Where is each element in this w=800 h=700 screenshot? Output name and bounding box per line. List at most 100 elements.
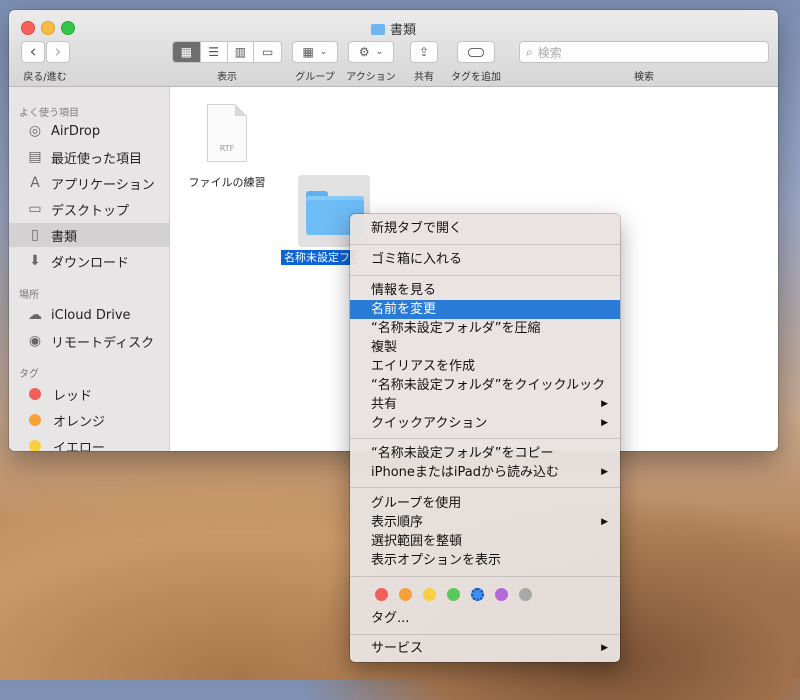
orange-tag-icon [29,414,41,426]
menu-item-open-new-tab[interactable]: 新規タブで開く [350,219,620,238]
sidebar-item-recents[interactable]: ▤ 最近使った項目 [9,145,169,169]
sidebar-item-label: ダウンロード [51,255,130,271]
menu-item-tags[interactable]: タグ... [350,609,620,628]
search-field[interactable]: ⌕ 検索 [519,41,769,63]
sidebar-item-icloud[interactable]: ☁ iCloud Drive [9,303,169,327]
action-label: アクション [346,72,396,83]
rename-field[interactable]: 名称未設定フォルダ [281,250,357,265]
menu-item-sort-by[interactable]: 表示順序 ▶ [350,513,620,532]
share-label: 共有 [414,72,434,83]
menu-item-get-info[interactable]: 情報を見る [350,281,620,300]
menu-item-quick-look[interactable]: “名称未設定フォルダ”をクイックルック [350,376,620,395]
icon-view-icon[interactable]: ▦ [173,42,201,62]
menu-separator [350,438,620,439]
downloads-icon: ⬇ [29,253,41,269]
gallery-view-icon[interactable]: ▭ [254,42,281,62]
cloud-icon: ☁ [28,307,42,323]
disc-icon: ◉ [28,333,42,349]
blue-tag-dot[interactable] [471,588,484,601]
sidebar-tag-orange[interactable]: オレンジ [9,408,169,432]
menu-item-services[interactable]: サービス ▶ [350,639,620,658]
sidebar-tag-yellow[interactable]: イエロー [9,434,169,451]
window-title: 書類 [9,19,778,38]
submenu-arrow-icon: ▶ [601,467,608,477]
sidebar-item-label: アプリケーション [51,177,155,193]
applications-icon: A [30,175,40,191]
menu-separator [350,576,620,577]
menu-item-copy[interactable]: “名称未設定フォルダ”をコピー [350,444,620,463]
view-label: 表示 [217,72,237,83]
share-button[interactable]: ⇪ [410,41,438,63]
menu-separator [350,275,620,276]
menu-item-compress[interactable]: “名称未設定フォルダ”を圧縮 [350,319,620,338]
green-tag-dot[interactable] [447,588,460,601]
menu-item-label: 表示順序 [371,515,424,530]
gray-tag-dot[interactable] [519,588,532,601]
menu-item-label: iPhoneまたはiPadから読み込む [371,465,559,480]
menu-item-show-view-options[interactable]: 表示オプションを表示 [350,551,620,570]
view-segmented-control: ▦ ☰ ▥ ▭ [172,41,282,63]
context-menu: 新規タブで開く ゴミ箱に入れる 情報を見る 名前を変更 “名称未設定フォルダ”を… [350,214,620,662]
add-tag-button[interactable] [457,41,495,63]
tags-header: タグ [19,369,39,380]
sidebar-item-label: オレンジ [53,414,106,430]
menu-item-move-to-trash[interactable]: ゴミ箱に入れる [350,250,620,269]
yellow-tag-icon [29,440,41,451]
menu-item-label: サービス [371,641,424,656]
search-icon: ⌕ [526,44,533,59]
sidebar-item-label: デスクトップ [51,203,130,219]
file-name[interactable]: ファイルの練習 [182,174,272,190]
titlebar: 書類 ‹ › 戻る/進む ▦ ☰ ▥ ▭ 表示 ▦ ⌄ グループ ⚙ ⌄ アクション… [9,10,778,87]
submenu-arrow-icon: ▶ [601,418,608,428]
sidebar-item-airdrop[interactable]: ◎ AirDrop [9,119,169,143]
action-button[interactable]: ⚙ ⌄ [348,41,394,63]
red-tag-icon [29,388,41,400]
group-label: グループ [295,72,335,83]
back-button[interactable]: ‹ [21,41,45,63]
favorites-header: よく使う項目 [19,108,79,119]
submenu-arrow-icon: ▶ [601,517,608,527]
sidebar-item-downloads[interactable]: ⬇ ダウンロード [9,249,169,273]
red-tag-dot[interactable] [375,588,388,601]
sidebar-item-label: レッド [53,388,93,404]
forward-button[interactable]: › [46,41,70,63]
rtf-document-icon[interactable]: RTF [207,104,247,162]
sidebar-item-documents[interactable]: ▯ 書類 [9,223,169,247]
sidebar-item-label: リモートディスク [51,335,155,351]
documents-icon: ▯ [31,227,39,243]
recents-icon: ▤ [28,149,42,165]
submenu-arrow-icon: ▶ [601,643,608,653]
menu-item-duplicate[interactable]: 複製 [350,338,620,357]
purple-tag-dot[interactable] [495,588,508,601]
group-button[interactable]: ▦ ⌄ [292,41,338,63]
menu-item-make-alias[interactable]: エイリアスを作成 [350,357,620,376]
places-header: 場所 [19,290,39,301]
sidebar-item-applications[interactable]: A アプリケーション [9,171,169,195]
menu-separator [350,487,620,488]
sidebar-tag-red[interactable]: レッド [9,382,169,406]
menu-item-share[interactable]: 共有 ▶ [350,395,620,414]
yellow-tag-dot[interactable] [423,588,436,601]
file-type-label: RTF [219,144,235,153]
menu-item-label: クイックアクション [371,416,488,431]
nav-label: 戻る/進む [23,72,67,83]
menu-item-rename[interactable]: 名前を変更 [350,300,620,319]
sidebar-item-desktop[interactable]: ▭ デスクトップ [9,197,169,221]
column-view-icon[interactable]: ▥ [228,42,255,62]
menu-item-import-from-iphone[interactable]: iPhoneまたはiPadから読み込む ▶ [350,463,620,482]
menu-item-use-groups[interactable]: グループを使用 [350,494,620,513]
chevron-down-icon: ⌄ [375,47,384,57]
menu-item-label: 共有 [371,397,398,412]
menu-item-quick-actions[interactable]: クイックアクション ▶ [350,414,620,433]
list-view-icon[interactable]: ☰ [201,42,228,62]
chevron-down-icon: ⌄ [319,47,328,57]
airdrop-icon: ◎ [28,123,42,139]
sidebar-item-remote-disc[interactable]: ◉ リモートディスク [9,329,169,353]
desktop-icon: ▭ [28,201,42,217]
share-icon: ⇪ [418,45,430,59]
group-icon: ▦ [302,45,314,59]
menu-item-clean-up-selection[interactable]: 選択範囲を整頓 [350,532,620,551]
menu-separator [350,634,620,635]
tag-icon [468,47,484,57]
orange-tag-dot[interactable] [399,588,412,601]
